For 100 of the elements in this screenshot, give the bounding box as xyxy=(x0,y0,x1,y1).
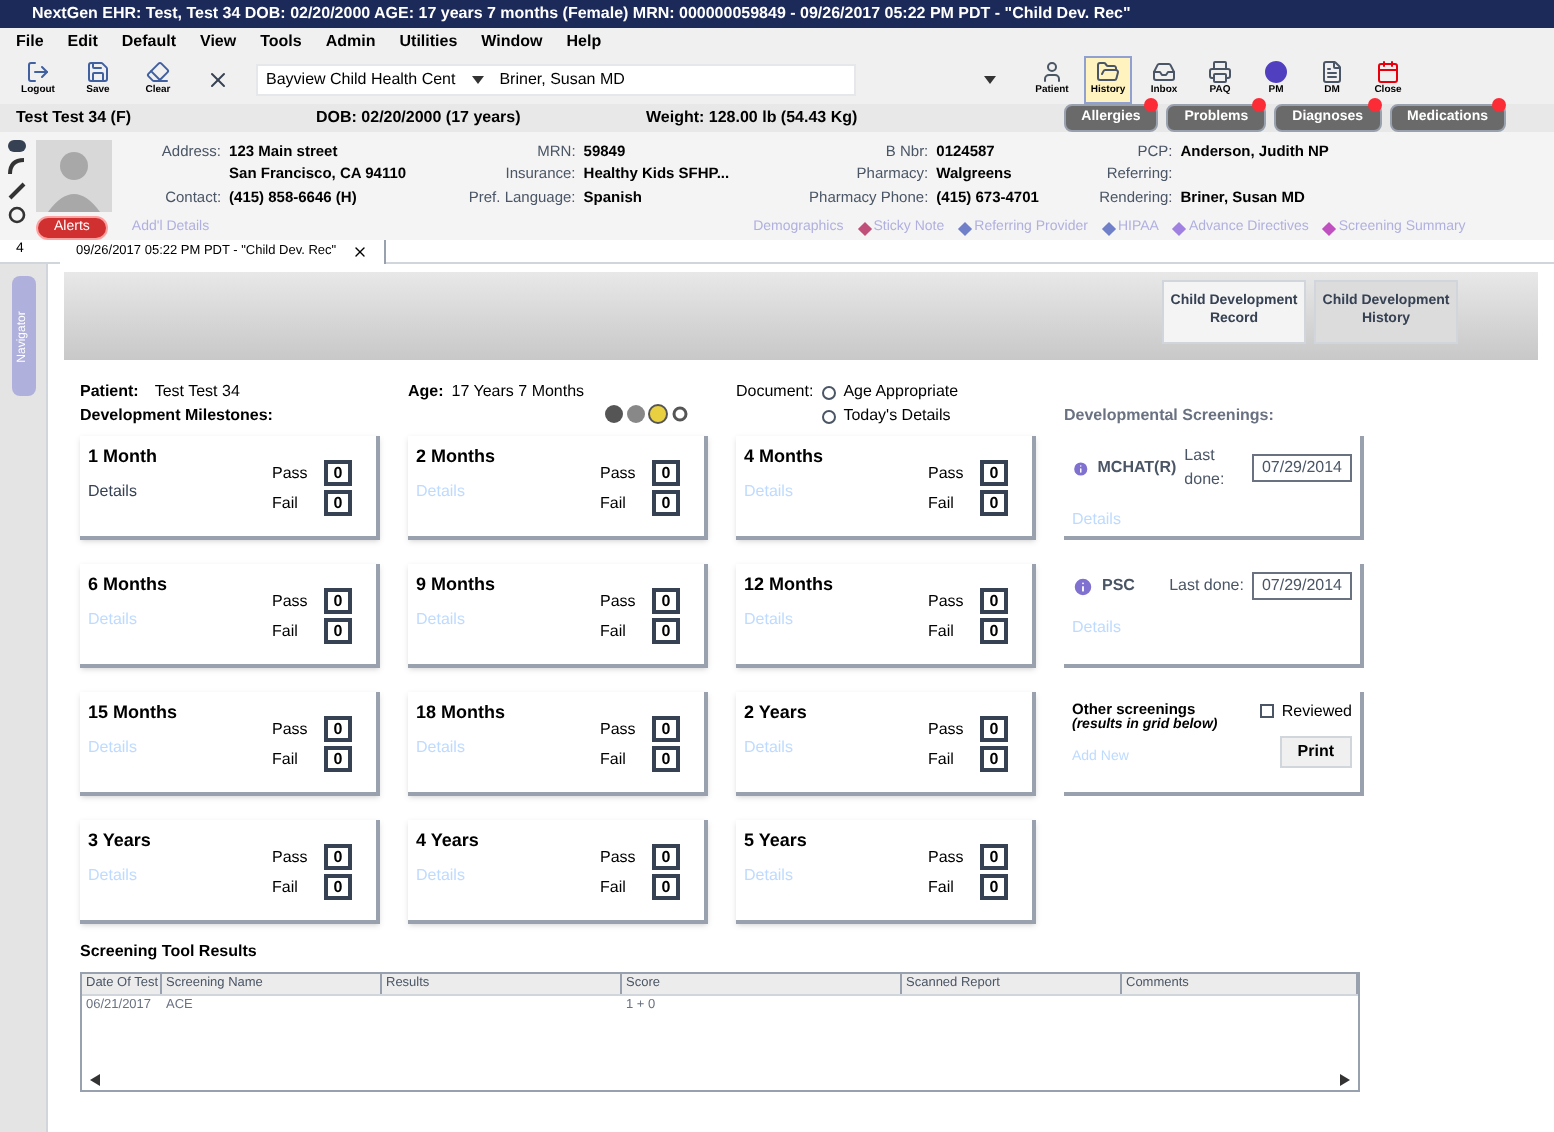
caret-icon[interactable] xyxy=(984,76,996,84)
history-icon xyxy=(1096,60,1120,85)
date-field[interactable]: 07/29/2014 xyxy=(1251,454,1352,482)
count-box[interactable]: 0 xyxy=(652,618,680,644)
milestone-title: 4 Months xyxy=(744,444,823,470)
weight-text: Weight: 128.00 lb (54.43 Kg) xyxy=(646,106,860,130)
count-box[interactable]: 0 xyxy=(324,746,352,772)
logout-icon xyxy=(26,60,50,85)
count-box[interactable]: 0 xyxy=(652,874,680,900)
clear-icon xyxy=(146,60,170,85)
fail-label: Fail xyxy=(928,875,956,899)
count-box[interactable]: 0 xyxy=(652,716,680,742)
count-box[interactable]: 0 xyxy=(652,490,680,516)
fail-label: Fail xyxy=(600,875,628,899)
patient-value: Test Test 34 xyxy=(154,380,240,404)
patient-icon xyxy=(1040,60,1064,85)
info-icon[interactable] xyxy=(1072,575,1094,597)
menu-item[interactable]: View xyxy=(200,30,237,54)
count-box[interactable]: 0 xyxy=(324,588,352,614)
count-box[interactable]: 0 xyxy=(980,874,1008,900)
location-text: Bayview Child Health Cent xyxy=(266,68,456,92)
pass-label: Pass xyxy=(272,717,308,741)
print-button[interactable]: Print xyxy=(1279,736,1352,769)
screening-name: MCHAT(R) xyxy=(1097,456,1177,480)
inbox-icon xyxy=(1152,60,1176,85)
count-box[interactable]: 0 xyxy=(652,460,680,486)
age-label: Age: xyxy=(408,380,444,404)
checkbox[interactable] xyxy=(1259,704,1274,718)
count-box[interactable]: 0 xyxy=(980,588,1008,614)
count-box[interactable]: 0 xyxy=(324,844,352,870)
pass-label: Pass xyxy=(272,461,308,485)
milestone-title: 1 Month xyxy=(88,444,157,470)
caret-icon[interactable] xyxy=(471,76,484,84)
count-box[interactable]: 0 xyxy=(980,746,1008,772)
menu-item[interactable]: File xyxy=(16,30,44,54)
pm-icon xyxy=(1264,60,1288,85)
scroll-right-icon[interactable] xyxy=(1340,1074,1350,1086)
pass-label: Pass xyxy=(600,461,636,485)
patient-label: Patient: xyxy=(80,380,139,404)
provider-text: Briner, Susan MD xyxy=(499,68,625,92)
save-icon xyxy=(86,60,110,85)
patient-name: Test Test 34 (F) xyxy=(16,106,133,130)
count-box[interactable]: 0 xyxy=(980,844,1008,870)
menu-item[interactable]: Default xyxy=(121,30,177,54)
pass-label: Pass xyxy=(600,717,636,741)
count-box[interactable]: 0 xyxy=(324,618,352,644)
radio-button[interactable] xyxy=(821,385,836,399)
fail-label: Fail xyxy=(600,747,628,771)
count-box[interactable]: 0 xyxy=(324,460,352,486)
milestone-title: 15 Months xyxy=(88,700,178,726)
milestone-title: 6 Months xyxy=(88,572,167,598)
fail-label: Fail xyxy=(272,875,300,899)
pass-label: Pass xyxy=(928,717,964,741)
menu-item[interactable]: Window xyxy=(481,30,543,54)
count-box[interactable]: 0 xyxy=(652,588,680,614)
title-bar: NextGen EHR: Test, Test 34 DOB: 02/20/2000 AGE: 17 years 7 months (Female) MRN: 000000059849 - 09/26/2017 05:22 PM PDT - "Child Dev. Rec" xyxy=(0,0,1554,28)
milestone-title: 4 Years xyxy=(416,828,479,854)
pass-label: Pass xyxy=(928,461,964,485)
age-value: 17 Years 7 Months xyxy=(451,380,585,404)
scroll-left-icon[interactable] xyxy=(90,1074,100,1086)
dob-text: DOB: 02/20/2000 (17 years) xyxy=(316,106,523,130)
pass-label: Pass xyxy=(272,845,308,869)
menu-item[interactable]: Tools xyxy=(260,30,302,54)
date-field[interactable]: 07/29/2014 xyxy=(1251,572,1352,600)
milestone-title: 9 Months xyxy=(416,572,495,598)
milestone-title: 2 Months xyxy=(416,444,495,470)
radio-button[interactable] xyxy=(821,409,836,423)
count-box[interactable]: 0 xyxy=(980,460,1008,486)
details-link[interactable]: Details xyxy=(88,479,157,503)
fail-label: Fail xyxy=(272,747,300,771)
last-done-label: Last done: xyxy=(1169,574,1244,598)
fail-label: Fail xyxy=(272,619,300,643)
fail-label: Fail xyxy=(600,491,628,515)
count-box[interactable]: 0 xyxy=(324,874,352,900)
count-box[interactable]: 0 xyxy=(324,716,352,742)
close-icon xyxy=(206,68,230,92)
card-icon[interactable] xyxy=(8,140,26,152)
radio-label: Age Appropriate xyxy=(843,380,959,404)
menu-item[interactable]: Utilities xyxy=(399,30,458,54)
count-box[interactable]: 0 xyxy=(980,490,1008,516)
count-box[interactable]: 0 xyxy=(980,618,1008,644)
paq-icon xyxy=(1208,60,1232,85)
screenings-title: Developmental Screenings: xyxy=(1064,404,1276,428)
document-label: Document: xyxy=(736,380,814,404)
milestone-title: 12 Months xyxy=(744,572,834,598)
status-icons xyxy=(604,404,692,424)
menu-item[interactable]: Help xyxy=(566,30,602,54)
milestone-title: 18 Months xyxy=(416,700,506,726)
location-dropdown[interactable]: Bayview Child Health Cent Briner, Susan MD xyxy=(256,64,856,96)
avatar-icon xyxy=(36,140,112,212)
menu-item[interactable]: Edit xyxy=(67,30,98,54)
fail-label: Fail xyxy=(928,491,956,515)
count-box[interactable]: 0 xyxy=(652,746,680,772)
last-done-label: Last done: xyxy=(1184,444,1227,492)
info-icon[interactable] xyxy=(1072,457,1090,479)
count-box[interactable]: 0 xyxy=(652,844,680,870)
count-box[interactable]: 0 xyxy=(324,490,352,516)
menu-item[interactable]: Admin xyxy=(325,30,376,54)
count-box[interactable]: 0 xyxy=(980,716,1008,742)
close-icon[interactable] xyxy=(352,243,369,259)
